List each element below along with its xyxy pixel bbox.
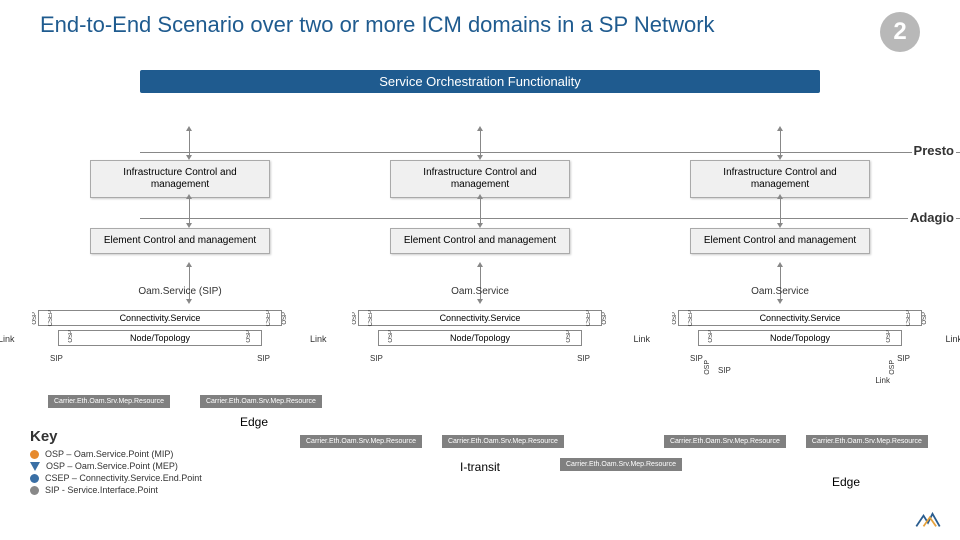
osp-tag: OSP <box>566 330 572 343</box>
mep-resource-box: Carrier.Eth.Oam.Srv.Mep.Resource <box>48 395 170 408</box>
dot-blue-icon <box>30 474 39 483</box>
csep-tag: CSEP <box>266 310 272 326</box>
key-item-label: OSP – Oam.Service.Point (MEP) <box>46 461 178 471</box>
osp-tag: OSP <box>32 312 38 325</box>
edge-label: Edge <box>832 475 860 489</box>
ecm-box: Element Control and management <box>390 228 570 254</box>
osp-label: OSP <box>704 360 711 375</box>
icm-box: Infrastructure Control and management <box>390 160 570 198</box>
presto-label: Presto <box>912 143 956 158</box>
domain-row: Connectivity.Service OSP CSEP CSEP OSP O… <box>20 310 940 346</box>
oam-service-label: Oam.Service (SIP) <box>90 286 270 297</box>
csep-tag: CSEP <box>688 310 694 326</box>
sip-label: SIP <box>50 354 63 363</box>
key-item-label: SIP - Service.Interface.Point <box>45 485 158 495</box>
csep-tag: CSEP <box>906 310 912 326</box>
link-label: Link <box>945 334 960 344</box>
arrow-icon <box>780 198 781 224</box>
osp-tag: OSP <box>68 330 74 343</box>
domain-block: Connectivity.Service OSP CSEP CSEP OSP O… <box>20 310 300 346</box>
itransit-label: I-transit <box>460 460 500 474</box>
key-item-label: CSEP – Connectivity.Service.End.Point <box>45 473 202 483</box>
osp-tag: OSP <box>672 312 678 325</box>
slide-number-badge: 2 <box>880 12 920 52</box>
connectivity-service-box: Connectivity.Service <box>358 310 602 326</box>
page-title: End-to-End Scenario over two or more ICM… <box>40 12 715 38</box>
edge-label: Edge <box>240 415 268 429</box>
csep-tag: CSEP <box>368 310 374 326</box>
domain-block: Connectivity.Service OSP CSEP CSEP OSP O… <box>340 310 620 346</box>
osp-label: OSP <box>889 360 896 375</box>
node-topology-box: Node/Topology <box>378 330 582 346</box>
arrow-icon <box>480 198 481 224</box>
ecm-box: Element Control and management <box>90 228 270 254</box>
mep-resource-box: Carrier.Eth.Oam.Srv.Mep.Resource <box>806 435 928 448</box>
sof-bar: Service Orchestration Functionality <box>140 70 820 93</box>
link-label: Link <box>0 334 15 344</box>
dot-grey-icon <box>30 486 39 495</box>
oam-service-label: Oam.Service <box>690 286 870 297</box>
osp-tag: OSP <box>602 312 608 325</box>
link-label: Link <box>875 376 890 385</box>
link-label: Link <box>633 334 650 344</box>
adagio-label: Adagio <box>908 210 956 225</box>
mep-resource-box: Carrier.Eth.Oam.Srv.Mep.Resource <box>200 395 322 408</box>
osp-tag: OSP <box>708 330 714 343</box>
mep-resource-box: Carrier.Eth.Oam.Srv.Mep.Resource <box>664 435 786 448</box>
dot-orange-icon <box>30 450 39 459</box>
csep-tag: CSEP <box>586 310 592 326</box>
sip-label: SIP <box>718 366 731 375</box>
icm-box: Infrastructure Control and management <box>690 160 870 198</box>
divider <box>140 218 960 219</box>
osp-tag: OSP <box>886 330 892 343</box>
sip-label: SIP <box>257 354 270 363</box>
osp-tag: OSP <box>352 312 358 325</box>
sip-label: SIP <box>690 354 703 363</box>
sip-label: SIP <box>577 354 590 363</box>
link-label: Link <box>310 334 327 344</box>
key-item: OSP – Oam.Service.Point (MEP) <box>30 461 202 471</box>
arrow-icon <box>189 198 190 224</box>
key-item: SIP - Service.Interface.Point <box>30 485 202 495</box>
osp-tag: OSP <box>388 330 394 343</box>
node-topology-box: Node/Topology <box>58 330 262 346</box>
logo-icon <box>914 512 942 530</box>
key-item-label: OSP – Oam.Service.Point (MIP) <box>45 449 173 459</box>
divider <box>140 152 960 153</box>
node-topology-box: Node/Topology <box>698 330 902 346</box>
triangle-blue-icon <box>30 462 40 471</box>
icm-box: Infrastructure Control and management <box>90 160 270 198</box>
key-item: OSP – Oam.Service.Point (MIP) <box>30 449 202 459</box>
connectivity-service-box: Connectivity.Service <box>38 310 282 326</box>
mep-resource-box: Carrier.Eth.Oam.Srv.Mep.Resource <box>560 458 682 471</box>
mep-resource-box: Carrier.Eth.Oam.Srv.Mep.Resource <box>300 435 422 448</box>
osp-tag: OSP <box>246 330 252 343</box>
mep-resource-box: Carrier.Eth.Oam.Srv.Mep.Resource <box>442 435 564 448</box>
ecm-box: Element Control and management <box>690 228 870 254</box>
sip-label: SIP <box>897 354 910 363</box>
osp-tag: OSP <box>282 312 288 325</box>
key-item: CSEP – Connectivity.Service.End.Point <box>30 473 202 483</box>
csep-tag: CSEP <box>48 310 54 326</box>
connectivity-service-box: Connectivity.Service <box>678 310 922 326</box>
key-title: Key <box>30 428 202 445</box>
legend-key: Key OSP – Oam.Service.Point (MIP) OSP – … <box>30 428 202 497</box>
domain-block: Connectivity.Service OSP CSEP CSEP OSP O… <box>660 310 940 346</box>
sip-label: SIP <box>370 354 383 363</box>
osp-tag: OSP <box>922 312 928 325</box>
oam-service-label: Oam.Service <box>390 286 570 297</box>
